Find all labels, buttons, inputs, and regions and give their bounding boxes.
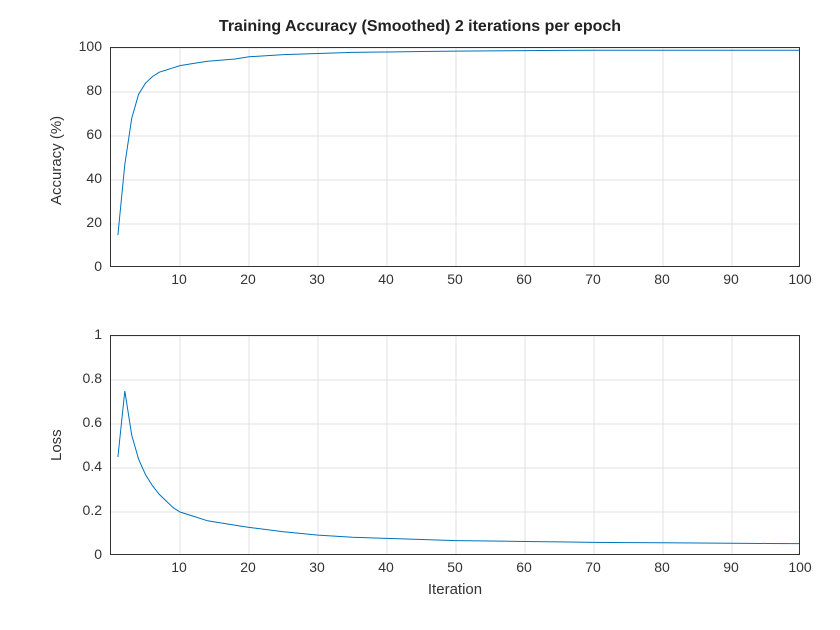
y-axis-label: Loss bbox=[48, 429, 65, 461]
plot-area bbox=[110, 47, 800, 267]
axes-0: 102030405060708090100020406080100Accurac… bbox=[110, 47, 800, 267]
y-tick-label: 20 bbox=[52, 214, 102, 230]
y-tick-label: 0 bbox=[52, 258, 102, 274]
y-tick-label: 80 bbox=[52, 82, 102, 98]
figure: Training Accuracy (Smoothed) 2 iteration… bbox=[0, 0, 840, 630]
y-axis-label: Accuracy (%) bbox=[48, 116, 65, 205]
x-tick-label: 60 bbox=[504, 271, 544, 287]
y-tick-label: 0.6 bbox=[52, 414, 102, 430]
x-tick-label: 100 bbox=[780, 559, 820, 575]
x-tick-label: 80 bbox=[642, 271, 682, 287]
y-tick-label: 0 bbox=[52, 546, 102, 562]
x-tick-label: 50 bbox=[435, 559, 475, 575]
chart-title: Training Accuracy (Smoothed) 2 iteration… bbox=[0, 18, 840, 36]
x-tick-label: 70 bbox=[573, 271, 613, 287]
x-tick-label: 20 bbox=[228, 271, 268, 287]
x-tick-label: 20 bbox=[228, 559, 268, 575]
x-tick-label: 10 bbox=[159, 559, 199, 575]
x-tick-label: 10 bbox=[159, 271, 199, 287]
x-tick-label: 60 bbox=[504, 559, 544, 575]
x-tick-label: 90 bbox=[711, 559, 751, 575]
plot-area bbox=[110, 335, 800, 555]
y-tick-label: 0.8 bbox=[52, 370, 102, 386]
x-tick-label: 30 bbox=[297, 271, 337, 287]
x-tick-label: 70 bbox=[573, 559, 613, 575]
x-tick-label: 40 bbox=[366, 271, 406, 287]
x-tick-label: 100 bbox=[780, 271, 820, 287]
data-series bbox=[118, 50, 800, 235]
x-axis-label: Iteration bbox=[110, 581, 800, 598]
x-tick-label: 50 bbox=[435, 271, 475, 287]
x-tick-label: 90 bbox=[711, 271, 751, 287]
axes-1: 10203040506070809010000.20.40.60.81LossI… bbox=[110, 335, 800, 555]
x-tick-label: 40 bbox=[366, 559, 406, 575]
y-tick-label: 100 bbox=[52, 38, 102, 54]
x-tick-label: 30 bbox=[297, 559, 337, 575]
data-series bbox=[118, 391, 800, 544]
y-tick-label: 0.2 bbox=[52, 502, 102, 518]
x-tick-label: 80 bbox=[642, 559, 682, 575]
y-tick-label: 1 bbox=[52, 326, 102, 342]
